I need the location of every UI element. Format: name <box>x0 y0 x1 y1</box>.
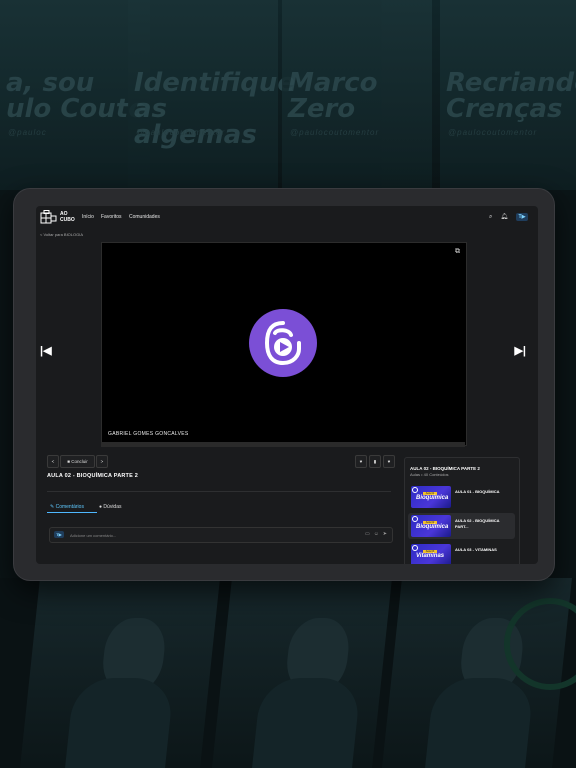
gif-icon[interactable]: ▭ <box>365 530 370 539</box>
nav-link-comunidades[interactable]: Comunidades <box>129 214 160 220</box>
playlist-title: AULA 02 - BIOQUÍMICA PARTE 2 <box>410 466 480 471</box>
status-circle-icon <box>412 545 418 551</box>
playlist-item-label: AULA 03 - VITAMINAS <box>455 547 497 552</box>
nav-actions: ⌕ 🔔︎ T▶ <box>489 213 528 221</box>
video-author: GABRIEL GOMES GONCALVES <box>108 431 189 437</box>
brand-play-logo[interactable] <box>249 309 317 377</box>
active-tab-indicator <box>47 512 97 513</box>
status-circle-icon <box>412 516 418 522</box>
playlist-item[interactable]: Aula 03 Vitaminas AULA 03 - VITAMINAS <box>408 542 515 564</box>
photo-1 <box>20 578 220 768</box>
concluir-label: Concluir <box>71 459 88 464</box>
emoji-icon[interactable]: ☺ <box>374 530 379 539</box>
thumb-subject: Bioquímica <box>416 524 449 530</box>
search-icon[interactable]: ⌕ <box>489 213 492 221</box>
comment-input[interactable] <box>68 530 342 541</box>
lesson-thumbnail: Aula 02 Bioquímica <box>411 515 451 537</box>
avatar: T▶ <box>54 531 64 538</box>
nav-link-inicio[interactable]: Início <box>82 214 94 220</box>
tab-comments-label: Comentários <box>55 504 84 510</box>
video-progress-bar[interactable] <box>101 442 465 447</box>
thumb-subject: Bioquímica <box>416 495 449 501</box>
background-posters: a, sou ulo Couto @pauloc Identifique as … <box>0 0 576 200</box>
external-link-icon[interactable]: ⧉ <box>455 248 460 256</box>
tab-doubts-label: Dúvidas <box>103 504 122 510</box>
prev-button[interactable]: < <box>47 455 59 468</box>
app-screen: AO CUBO Início Favoritos Comunidades ⌕ 🔔… <box>36 206 538 564</box>
poster-title: a, sou ulo Couto <box>6 68 147 124</box>
background-photos <box>0 578 576 768</box>
logo-line-2: CUBO <box>60 216 75 223</box>
comment-box: T▶ ▭ ☺ ➤ <box>49 527 393 543</box>
previous-lesson-icon[interactable]: |◀ <box>40 344 52 357</box>
poster-handle: @paulocoutomentor <box>136 128 226 137</box>
concluir-button[interactable]: ■ Concluir <box>60 455 95 468</box>
avatar[interactable]: T▶ <box>516 213 528 221</box>
poster-2: Identifique as algemas @paulocoutomentor <box>128 0 295 190</box>
top-nav: AO CUBO Início Favoritos Comunidades ⌕ 🔔… <box>36 206 538 230</box>
playlist-subtitle: Aulas • 40 Conteúdos <box>410 472 449 477</box>
poster-3: Marco Zero @paulocoutomentor <box>282 0 432 190</box>
back-link[interactable]: < Voltar para BIOLOGIA <box>40 232 83 237</box>
logo-text: AO CUBO <box>60 211 75 223</box>
playlist-item[interactable]: Aula 01 Bioquímica AULA 01 - BIOQUÍMICA <box>408 484 515 510</box>
next-button[interactable]: > <box>96 455 108 468</box>
nav-link-favoritos[interactable]: Favoritos <box>101 214 122 220</box>
playlist-item-label: AULA 01 - BIOQUÍMICA <box>455 489 500 494</box>
send-icon[interactable]: ➤ <box>383 530 387 539</box>
poster-title: Recriando Crenças <box>446 68 576 124</box>
poster-handle: @paulocoutomentor <box>290 128 380 137</box>
lesson-thumbnail: Aula 01 Bioquímica <box>411 486 451 508</box>
poster-4: Recriando Crenças @paulocoutomentor <box>440 0 576 190</box>
playlist-item-label: AULA 02 - BIOQUÍMICA PART... <box>455 518 500 529</box>
tab-comments[interactable]: ✎ Comentários <box>50 504 84 510</box>
photo-2 <box>212 578 392 768</box>
poster-title: Marco Zero <box>288 68 378 124</box>
playlist-panel: AULA 02 - BIOQUÍMICA PARTE 2 Aulas • 40 … <box>404 457 520 564</box>
video-player[interactable]: ⧉ GABRIEL GOMES GONCALVES <box>101 242 467 446</box>
poster-handle: @pauloc <box>8 128 47 137</box>
thumb-subject: Vitaminas <box>416 553 445 559</box>
tab-doubts[interactable]: ● Dúvidas <box>99 504 122 510</box>
play-logo-icon <box>264 321 301 366</box>
bookmark-icon[interactable]: ▮ <box>369 455 381 468</box>
divider <box>47 491 391 492</box>
lesson-thumbnail: Aula 03 Vitaminas <box>411 544 451 564</box>
bell-icon[interactable]: 🔔︎ <box>500 213 508 221</box>
comment-actions: ▭ ☺ ➤ <box>365 530 387 539</box>
next-lesson-icon[interactable]: ▶| <box>514 344 526 357</box>
cube-logo-icon[interactable] <box>40 210 58 226</box>
playlist-item-active[interactable]: Aula 02 Bioquímica AULA 02 - BIOQUÍMICA … <box>408 513 515 539</box>
heart-icon[interactable]: ♥ <box>355 455 367 468</box>
star-icon[interactable]: ♥ <box>383 455 395 468</box>
status-circle-icon <box>412 487 418 493</box>
lesson-title: AULA 02 - BIOQUÍMICA PARTE 2 <box>47 473 138 479</box>
poster-handle: @paulocoutomentor <box>448 128 538 137</box>
